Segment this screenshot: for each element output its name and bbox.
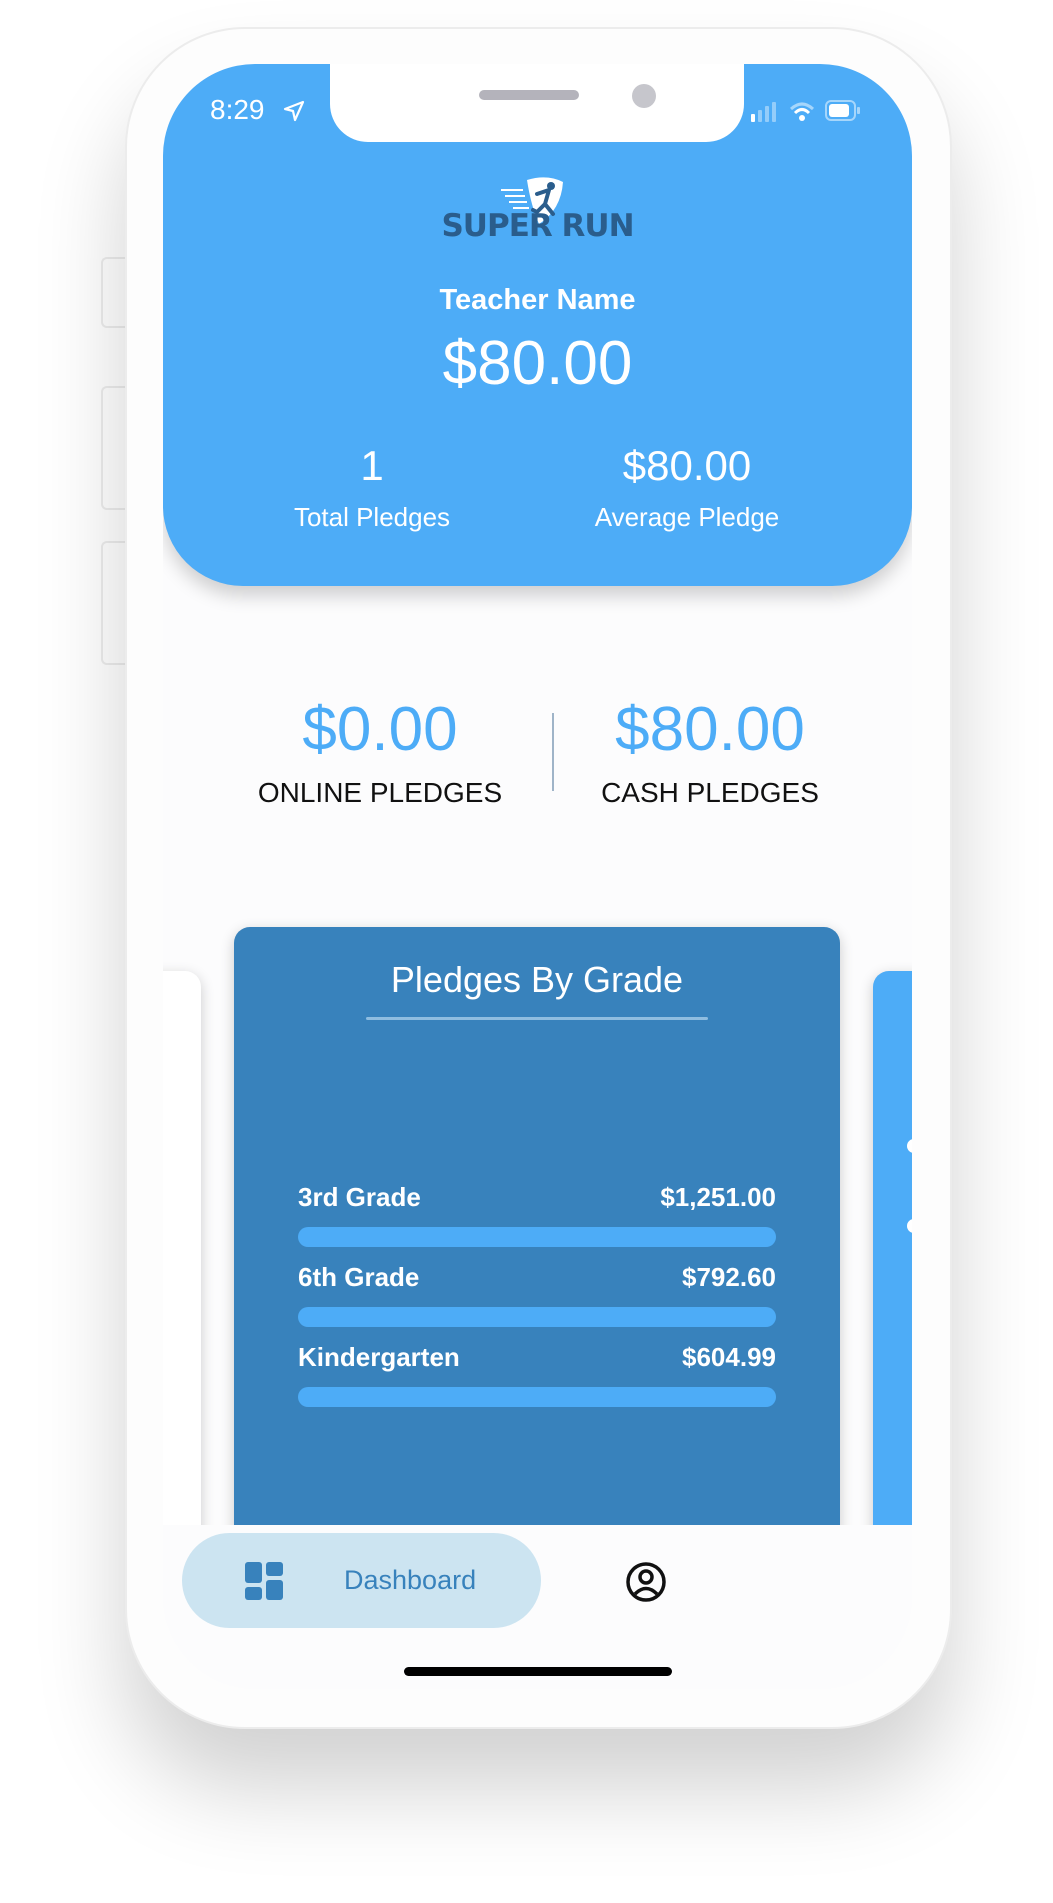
previous-card-peek[interactable] [163, 971, 201, 1571]
logo-wordmark: SUPER RUN [441, 208, 634, 244]
cash-pledges-value: $80.00 [615, 695, 805, 764]
grade-amount: $604.99 [682, 1342, 776, 1372]
grade-amount: $1,251.00 [660, 1182, 776, 1212]
bottom-nav: Dashboard [163, 1525, 912, 1689]
dashboard-grid-icon [245, 1562, 283, 1600]
pledges-by-grade-card: Pledges By Grade 3rd Grade $1,251.00 6th… [234, 927, 840, 1547]
wifi-icon [789, 102, 815, 121]
grade-progress-bar [298, 1227, 776, 1247]
profile-icon[interactable] [625, 1561, 667, 1603]
title-underline [366, 1017, 708, 1020]
grade-row: Kindergarten $604.99 [298, 1342, 776, 1407]
grade-label: 6th Grade [298, 1262, 420, 1292]
grade-label: Kindergarten [298, 1342, 460, 1372]
online-pledges-label: ONLINE PLEDGES [257, 777, 503, 808]
nav-dashboard-label: Dashboard [344, 1565, 477, 1595]
grade-row: 6th Grade $792.60 [298, 1262, 776, 1327]
grade-progress-bar [298, 1307, 776, 1327]
average-pledge-label: Average Pledge [594, 502, 780, 532]
home-indicator[interactable] [404, 1667, 672, 1676]
next-card-dot [907, 1139, 912, 1153]
status-time: 8:29 [210, 94, 265, 125]
total-amount: $80.00 [442, 329, 633, 398]
app-screen: 8:29 SUPER RUN Teacher Name $80.00 1 Tot… [163, 64, 912, 1689]
next-card-dot [907, 1219, 912, 1233]
location-arrow-icon [283, 100, 305, 122]
volume-up-button [101, 386, 127, 510]
speaker-grille [479, 90, 579, 100]
grade-label: 3rd Grade [298, 1182, 421, 1212]
average-pledge-value: $80.00 [622, 442, 752, 489]
card-title: Pledges By Grade [390, 959, 684, 1000]
battery-icon [825, 100, 860, 121]
next-card-peek[interactable] [873, 971, 912, 1571]
signal-icon [751, 102, 776, 122]
mute-switch [101, 257, 127, 328]
online-pledges-value: $0.00 [302, 695, 458, 764]
nav-dashboard-tab[interactable]: Dashboard [182, 1533, 541, 1628]
device-notch [330, 64, 744, 142]
volume-down-button [101, 541, 127, 665]
teacher-name: Teacher Name [439, 284, 636, 316]
header-panel: 8:29 SUPER RUN Teacher Name $80.00 1 Tot… [163, 64, 912, 586]
front-camera [632, 84, 656, 108]
grade-row: 3rd Grade $1,251.00 [298, 1182, 776, 1247]
grade-amount: $792.60 [682, 1262, 776, 1292]
cash-pledges-label: CASH PLEDGES [601, 777, 819, 808]
total-pledges-value: 1 [360, 442, 384, 489]
grade-progress-bar [298, 1387, 776, 1407]
total-pledges-label: Total Pledges [293, 502, 451, 532]
